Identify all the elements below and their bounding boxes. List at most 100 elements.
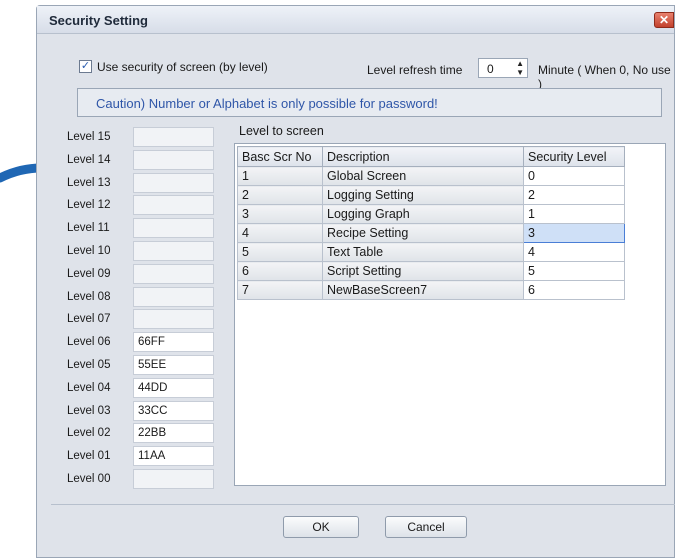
level-label: Level 13 bbox=[67, 176, 111, 189]
level-label: Level 14 bbox=[67, 153, 111, 166]
level-row: Level 15 bbox=[67, 127, 227, 149]
level-password-input[interactable]: 33CC bbox=[133, 400, 214, 421]
level-password-input[interactable]: 22BB bbox=[133, 423, 214, 444]
cell-security-level[interactable]: 3 bbox=[523, 223, 625, 243]
level-password-input[interactable] bbox=[133, 218, 214, 239]
refresh-time-spinner[interactable]: 0 ▲ ▼ bbox=[478, 58, 528, 78]
level-password-input[interactable] bbox=[133, 195, 214, 216]
level-label: Level 12 bbox=[67, 199, 111, 212]
table-row[interactable]: 5 Text Table 4 bbox=[237, 242, 625, 262]
level-password-input[interactable]: 55EE bbox=[133, 355, 214, 375]
level-row: Level 02 22BB bbox=[67, 423, 227, 445]
spin-down-icon[interactable]: ▼ bbox=[516, 68, 524, 77]
security-setting-dialog: Security Setting ✕ ✓ Use security of scr… bbox=[36, 5, 675, 558]
level-row: Level 01 11AA bbox=[67, 446, 227, 468]
level-password-input[interactable]: 11AA bbox=[133, 446, 214, 467]
caution-box: Caution) Number or Alphabet is only poss… bbox=[77, 88, 662, 117]
spinner-arrows[interactable]: ▲ ▼ bbox=[516, 59, 524, 77]
cell-screen-no[interactable]: 6 bbox=[237, 261, 323, 281]
level-label: Level 03 bbox=[67, 404, 111, 417]
caution-text: Caution) Number or Alphabet is only poss… bbox=[96, 96, 438, 111]
cell-security-level[interactable]: 6 bbox=[523, 280, 625, 300]
level-row: Level 12 bbox=[67, 195, 227, 217]
refresh-time-value: 0 bbox=[487, 62, 494, 76]
level-password-input[interactable] bbox=[133, 309, 214, 330]
level-label: Level 04 bbox=[67, 381, 111, 394]
col-header-security-level[interactable]: Security Level bbox=[523, 146, 625, 167]
cell-security-level[interactable]: 5 bbox=[523, 261, 625, 281]
level-password-input[interactable]: 66FF bbox=[133, 332, 214, 353]
use-security-label: Use security of screen (by level) bbox=[97, 60, 268, 74]
cancel-button[interactable]: Cancel bbox=[385, 516, 467, 538]
level-password-input[interactable] bbox=[133, 286, 214, 307]
cell-description[interactable]: Script Setting bbox=[322, 261, 524, 281]
level-label: Level 02 bbox=[67, 427, 111, 440]
cell-security-level[interactable]: 4 bbox=[523, 242, 625, 262]
level-row: Level 00 bbox=[67, 469, 227, 491]
level-row: Level 13 bbox=[67, 172, 227, 195]
cell-security-level[interactable]: 1 bbox=[523, 204, 625, 224]
cell-description[interactable]: Global Screen bbox=[322, 166, 524, 186]
table-row[interactable]: 6 Script Setting 5 bbox=[237, 261, 625, 281]
close-button[interactable]: ✕ bbox=[654, 12, 674, 28]
cell-security-level[interactable]: 2 bbox=[523, 185, 625, 205]
level-label: Level 11 bbox=[67, 222, 110, 235]
dialog-title: Security Setting bbox=[49, 13, 148, 28]
table-row[interactable]: 3 Logging Graph 1 bbox=[237, 204, 625, 224]
level-label: Level 08 bbox=[67, 290, 111, 303]
col-header-description[interactable]: Description bbox=[322, 146, 524, 167]
level-row: Level 06 66FF bbox=[67, 332, 227, 354]
ok-button[interactable]: OK bbox=[283, 516, 359, 538]
level-password-input[interactable]: 44DD bbox=[133, 377, 214, 398]
cell-screen-no[interactable]: 2 bbox=[237, 185, 323, 205]
table-row[interactable]: 7 NewBaseScreen7 6 bbox=[237, 280, 625, 300]
level-label: Level 05 bbox=[67, 359, 111, 371]
level-row: Level 07 bbox=[67, 309, 227, 331]
level-row: Level 11 bbox=[67, 218, 227, 240]
level-row: Level 10 bbox=[67, 241, 227, 263]
level-row: Level 14 bbox=[67, 149, 227, 172]
spin-up-icon[interactable]: ▲ bbox=[516, 59, 524, 68]
refresh-time-label: Level refresh time bbox=[367, 63, 463, 77]
level-row: Level 08 bbox=[67, 286, 227, 309]
table-row[interactable]: 2 Logging Setting 2 bbox=[237, 185, 625, 205]
cell-screen-no[interactable]: 4 bbox=[237, 223, 323, 243]
table-row[interactable]: 4 Recipe Setting 3 bbox=[237, 223, 625, 243]
table-header-row: Basc Scr No Description Security Level bbox=[237, 146, 625, 167]
level-label: Level 00 bbox=[67, 473, 111, 485]
level-row: Level 09 bbox=[67, 263, 227, 286]
title-bar: Security Setting ✕ bbox=[37, 6, 674, 34]
button-bar: OK Cancel bbox=[51, 504, 675, 548]
level-password-input[interactable] bbox=[133, 172, 214, 193]
col-header-no[interactable]: Basc Scr No bbox=[237, 146, 323, 167]
table-row[interactable]: 1 Global Screen 0 bbox=[237, 166, 625, 186]
use-security-checkbox[interactable]: ✓ bbox=[79, 60, 92, 73]
minute-label: Minute ( When 0, No use ) bbox=[538, 63, 671, 91]
cell-screen-no[interactable]: 5 bbox=[237, 242, 323, 262]
level-row: Level 03 33CC bbox=[67, 400, 227, 423]
level-password-input[interactable] bbox=[133, 149, 214, 170]
cell-description[interactable]: NewBaseScreen7 bbox=[322, 280, 524, 300]
level-label: Level 10 bbox=[67, 245, 111, 257]
cell-security-level[interactable]: 0 bbox=[523, 166, 625, 186]
cell-screen-no[interactable]: 1 bbox=[237, 166, 323, 186]
level-password-input[interactable] bbox=[133, 127, 214, 147]
level-password-input[interactable] bbox=[133, 263, 214, 284]
level-password-input[interactable] bbox=[133, 469, 214, 489]
level-label: Level 09 bbox=[67, 267, 111, 280]
level-label: Level 15 bbox=[67, 131, 111, 143]
level-to-screen-table: Basc Scr No Description Security Level 1… bbox=[234, 143, 666, 486]
cell-description[interactable]: Recipe Setting bbox=[322, 223, 524, 243]
level-label: Level 07 bbox=[67, 313, 111, 326]
cell-description[interactable]: Logging Setting bbox=[322, 185, 524, 205]
level-to-screen-title: Level to screen bbox=[239, 124, 324, 138]
level-label: Level 01 bbox=[67, 450, 111, 463]
level-password-input[interactable] bbox=[133, 241, 214, 261]
cell-description[interactable]: Text Table bbox=[322, 242, 524, 262]
cell-description[interactable]: Logging Graph bbox=[322, 204, 524, 224]
level-row: Level 05 55EE bbox=[67, 355, 227, 377]
level-row: Level 04 44DD bbox=[67, 377, 227, 400]
level-label: Level 06 bbox=[67, 336, 111, 349]
cell-screen-no[interactable]: 3 bbox=[237, 204, 323, 224]
cell-screen-no[interactable]: 7 bbox=[237, 280, 323, 300]
